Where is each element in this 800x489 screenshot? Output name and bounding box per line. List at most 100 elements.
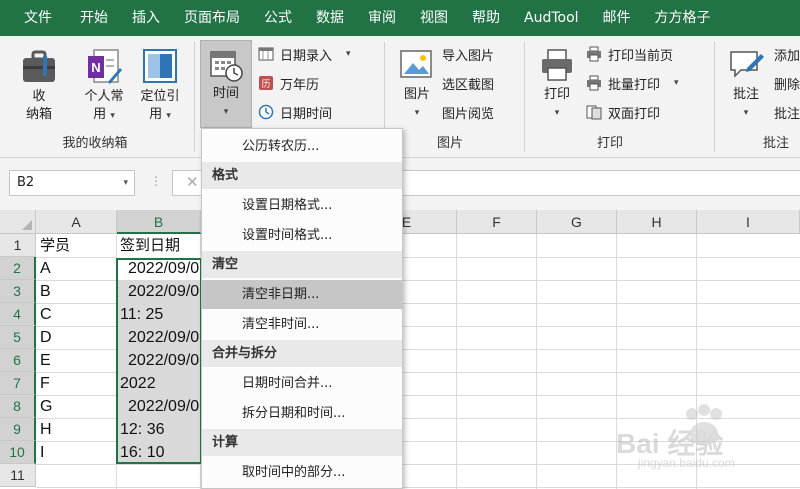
picture-label: 图片 — [403, 87, 430, 102]
group-label-comment: 批注 — [762, 136, 789, 151]
tab-formulas[interactable]: 公式 — [252, 0, 304, 36]
row-header-7[interactable]: 7 — [0, 372, 36, 395]
row-header-6[interactable]: 6 — [0, 349, 36, 372]
import-picture-button[interactable]: 导入图片 — [442, 42, 494, 66]
cell-b7[interactable]: 2022 — [117, 372, 201, 395]
tab-home[interactable]: 开始 — [68, 0, 120, 36]
picture-browse-label: 图片阅览 — [442, 106, 495, 122]
toolbox-button[interactable]: 收 纳箱 — [14, 46, 64, 124]
cell-a8[interactable]: G — [40, 395, 116, 418]
cell-b2[interactable]: 2022/09/0 — [117, 257, 201, 280]
cell-a1[interactable]: 学员 — [40, 234, 116, 257]
cell-b1[interactable]: 签到日期 — [120, 234, 200, 257]
cell-a4[interactable]: C — [40, 303, 116, 326]
row-header-11[interactable]: 11 — [0, 464, 36, 487]
select-capture-button[interactable]: 选区截图 — [442, 71, 494, 95]
cell-a9[interactable]: H — [40, 418, 116, 441]
locate-label-2: 用 ▾ — [149, 107, 171, 122]
col-header-h[interactable]: H — [617, 210, 697, 234]
calendar-button[interactable]: 历 万年历 — [258, 71, 319, 95]
import-picture-label: 导入图片 — [442, 48, 495, 64]
calendar-label: 万年历 — [280, 77, 320, 93]
comment-more-button[interactable]: 批注 — [774, 100, 800, 124]
date-entry-label: 日期录入 — [280, 48, 333, 64]
duplex-print-button[interactable]: 双面打印 — [586, 100, 660, 124]
tab-insert[interactable]: 插入 — [120, 0, 172, 36]
menu-item-split-datetime[interactable]: 拆分日期和时间... — [202, 399, 402, 428]
duplex-print-label: 双面打印 — [608, 106, 661, 122]
row-header-9[interactable]: 9 — [0, 418, 36, 441]
tab-audtool[interactable]: AudTool — [512, 0, 591, 36]
menu-item-clear-non-time[interactable]: 清空非时间... — [202, 310, 402, 339]
col-header-g[interactable]: G — [537, 210, 617, 234]
select-all-corner[interactable] — [0, 210, 36, 234]
tab-page-layout[interactable]: 页面布局 — [172, 0, 252, 36]
menu-item-merge-datetime[interactable]: 日期时间合并... — [202, 369, 402, 398]
tab-help[interactable]: 帮助 — [460, 0, 512, 36]
menu-item-take-time-part[interactable]: 取时间中的部分... — [202, 458, 402, 487]
cell-a6[interactable]: E — [40, 349, 116, 372]
cell-b8[interactable]: 2022/09/0 — [117, 395, 201, 418]
cell-b4[interactable]: 11: 25 — [117, 303, 201, 326]
date-entry-button[interactable]: 日期录入 ▾ — [258, 42, 351, 66]
cell-a2[interactable]: A — [40, 257, 116, 280]
cell-a10[interactable]: I — [40, 441, 116, 464]
formula-bar-grip-icon[interactable]: ⋮ — [150, 174, 162, 188]
tab-view[interactable]: 视图 — [408, 0, 460, 36]
row-header-10[interactable]: 10 — [0, 441, 36, 464]
menu-section-merge-split: 合并与拆分 — [202, 340, 402, 367]
tab-mail[interactable]: 邮件 — [591, 0, 643, 36]
tab-review[interactable]: 审阅 — [356, 0, 408, 36]
print-button[interactable]: 打印 ▾ — [534, 46, 580, 122]
cell-b5[interactable]: 2022/09/0 — [117, 326, 201, 349]
row-header-5[interactable]: 5 — [0, 326, 36, 349]
date-entry-caret-icon: ▾ — [346, 49, 351, 59]
row-header-8[interactable]: 8 — [0, 395, 36, 418]
cancel-icon[interactable]: ✕ — [186, 173, 199, 191]
batch-print-icon — [586, 75, 602, 91]
personal-button[interactable]: N 个人常 用 ▾ — [76, 46, 132, 125]
row-header-3[interactable]: 3 — [0, 280, 36, 303]
comment-button[interactable]: 批注 ▾ — [722, 46, 770, 122]
col-header-a[interactable]: A — [36, 210, 117, 234]
time-button[interactable]: 时间 ▾ — [200, 40, 252, 128]
menu-item-lunar[interactable]: 公历转农历... — [202, 132, 402, 161]
picture-button[interactable]: 图片 ▾ — [394, 46, 440, 122]
delete-comment-button[interactable]: 删除 — [774, 71, 800, 95]
col-header-b[interactable]: B — [117, 210, 201, 234]
cell-b6[interactable]: 2022/09/0 — [117, 349, 201, 372]
row-header-2[interactable]: 2 — [0, 257, 36, 280]
comment-icon — [727, 46, 765, 84]
cell-a3[interactable]: B — [40, 280, 116, 303]
row-header-1[interactable]: 1 — [0, 234, 36, 257]
tab-fangfang[interactable]: 方方格子 — [643, 0, 723, 36]
svg-text:N: N — [91, 60, 100, 75]
col-header-f[interactable]: F — [457, 210, 537, 234]
tab-data[interactable]: 数据 — [304, 0, 356, 36]
cell-a5[interactable]: D — [40, 326, 116, 349]
add-comment-label: 添加 — [774, 48, 800, 64]
cell-b10[interactable]: 16: 10 — [117, 441, 201, 464]
clock-icon — [258, 104, 274, 120]
menu-item-set-time-format[interactable]: 设置时间格式... — [202, 221, 402, 250]
name-box-caret-icon[interactable]: ▾ — [123, 171, 128, 195]
datetime-button[interactable]: 日期时间 — [258, 100, 332, 124]
print-page-icon — [586, 46, 602, 62]
col-header-i[interactable]: I — [697, 210, 800, 234]
name-box[interactable]: B2 ▾ — [9, 170, 135, 196]
batch-print-button[interactable]: 批量打印 ▾ — [586, 71, 679, 95]
cell-b9[interactable]: 12: 36 — [117, 418, 201, 441]
menu-section-format: 格式 — [202, 162, 402, 189]
print-current-button[interactable]: 打印当前页 — [586, 42, 673, 66]
cell-b3[interactable]: 2022/09/0 — [117, 280, 201, 303]
row-header-4[interactable]: 4 — [0, 303, 36, 326]
menu-item-clear-non-date[interactable]: 清空非日期... — [202, 280, 402, 309]
picture-browse-button[interactable]: 图片阅览 — [442, 100, 494, 124]
cell-a7[interactable]: F — [40, 372, 116, 395]
tab-file[interactable]: 文件 — [0, 0, 68, 36]
picture-caret-icon: ▾ — [414, 108, 420, 118]
locate-ref-button[interactable]: 定位引 用 ▾ — [132, 46, 188, 125]
add-comment-button[interactable]: 添加 — [774, 42, 800, 66]
grid-calendar-icon — [258, 46, 274, 62]
menu-item-set-date-format[interactable]: 设置日期格式... — [202, 191, 402, 220]
